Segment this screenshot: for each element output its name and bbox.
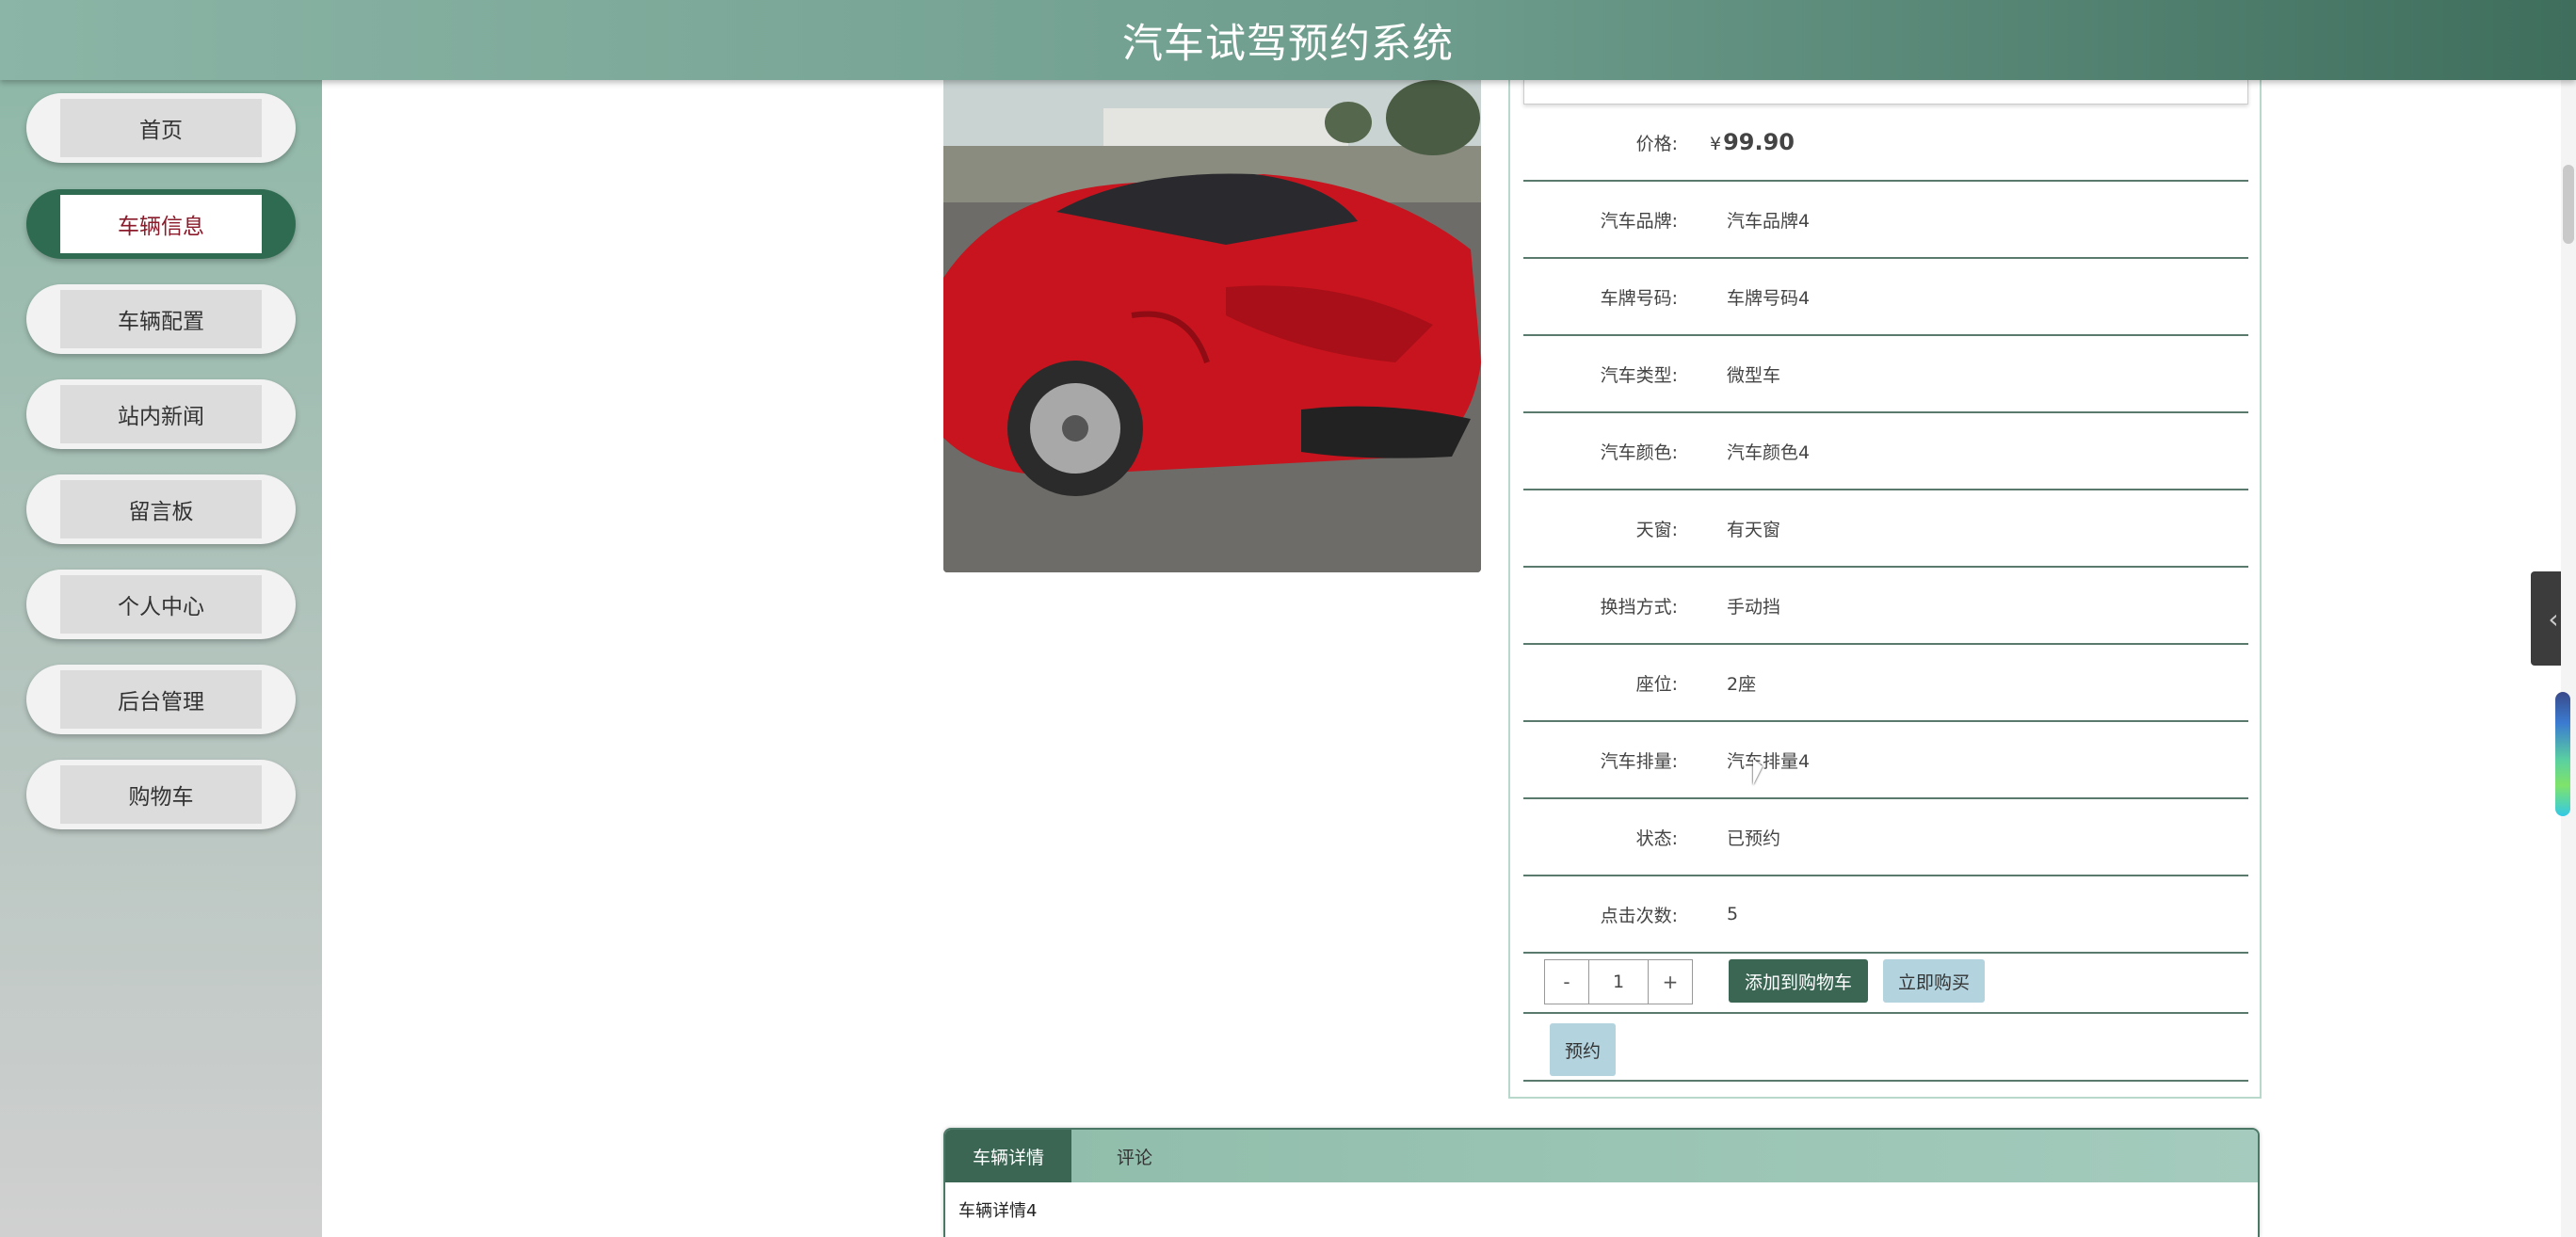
detail-value: 车牌号码4 <box>1727 287 1811 309</box>
detail-label: 座位: <box>1635 673 1678 695</box>
price-row: 价格: ¥99.90 <box>1523 104 2248 182</box>
page-scrollbar[interactable] <box>2561 80 2576 1237</box>
purchase-actions: - 1 + 添加到购物车 立即购买 <box>1523 946 2248 1014</box>
sidebar-item-label: 首页 <box>60 99 262 157</box>
detail-row: 汽车品牌: 汽车品牌4 <box>1523 182 2248 259</box>
sidebar-item-label: 留言板 <box>60 480 262 538</box>
tabs-bar: 车辆详情 评论 <box>945 1130 2258 1182</box>
car-illustration <box>943 80 1481 572</box>
price-value: ¥99.90 <box>1710 129 1795 155</box>
vehicle-detail-panel: 价格: ¥99.90 汽车品牌: 汽车品牌4 车牌号码: 车牌号码4 汽车类型:… <box>1508 80 2262 1099</box>
price-label: 价格: <box>1635 133 1678 154</box>
tab-content: 车辆详情4 <box>958 1201 1038 1221</box>
decrement-button[interactable]: - <box>1545 960 1588 1004</box>
mouse-cursor-icon <box>1753 759 1763 785</box>
scroll-indicator <box>2555 692 2570 816</box>
detail-value: 有天窗 <box>1727 519 1781 540</box>
sidebar-item-label: 后台管理 <box>60 670 262 729</box>
tab-comments[interactable]: 评论 <box>1071 1130 1198 1182</box>
detail-label: 汽车品牌: <box>1600 210 1678 232</box>
detail-value: 汽车排量4 <box>1727 750 1811 772</box>
sidebar-item-vehicle-info[interactable]: 车辆信息 <box>26 189 296 259</box>
tab-vehicle-details[interactable]: 车辆详情 <box>945 1130 1071 1182</box>
detail-row: 座位: 2座 <box>1523 645 2248 722</box>
sidebar-item-label: 车辆信息 <box>60 195 262 253</box>
detail-label: 汽车类型: <box>1600 364 1678 386</box>
detail-row: 车牌号码: 车牌号码4 <box>1523 259 2248 336</box>
sidebar-item-vehicle-config[interactable]: 车辆配置 <box>26 284 296 354</box>
scrollbar-thumb[interactable] <box>2563 165 2574 244</box>
sidebar-item-label: 站内新闻 <box>60 385 262 443</box>
add-to-cart-button[interactable]: 添加到购物车 <box>1729 959 1868 1003</box>
detail-value: 微型车 <box>1727 364 1781 386</box>
detail-row: 汽车类型: 微型车 <box>1523 336 2248 413</box>
app-header: 汽车试驾预约系统 <box>0 0 2576 80</box>
sidebar-item-home[interactable]: 首页 <box>26 93 296 163</box>
booking-actions: 预约 <box>1523 1014 2248 1082</box>
detail-row: 汽车颜色: 汽车颜色4 <box>1523 413 2248 490</box>
sidebar-item-label: 车辆配置 <box>60 290 262 348</box>
detail-row: 换挡方式: 手动挡 <box>1523 568 2248 645</box>
book-button[interactable]: 预约 <box>1550 1023 1616 1076</box>
currency-symbol: ¥ <box>1710 134 1722 154</box>
car-image <box>943 80 1481 572</box>
detail-value: 5 <box>1727 904 1739 924</box>
sidebar-item-news[interactable]: 站内新闻 <box>26 379 296 449</box>
detail-label: 换挡方式: <box>1600 596 1678 618</box>
detail-value: 汽车品牌4 <box>1727 210 1811 232</box>
sidebar-item-message-board[interactable]: 留言板 <box>26 474 296 544</box>
sidebar-item-label: 个人中心 <box>60 575 262 634</box>
detail-row: 汽车排量: 汽车排量4 <box>1523 722 2248 799</box>
detail-row: 点击次数: 5 <box>1523 876 2248 954</box>
detail-label: 汽车排量: <box>1600 750 1678 772</box>
detail-row: 天窗: 有天窗 <box>1523 490 2248 568</box>
detail-value: 汽车颜色4 <box>1727 442 1811 463</box>
quantity-input[interactable]: 1 <box>1588 960 1649 1004</box>
sidebar-item-personal-center[interactable]: 个人中心 <box>26 570 296 639</box>
detail-value: 已预约 <box>1727 827 1781 849</box>
detail-title-bar <box>1523 80 2248 104</box>
detail-value: 手动挡 <box>1727 596 1781 618</box>
sidebar-item-admin[interactable]: 后台管理 <box>26 665 296 734</box>
detail-tabs-panel: 车辆详情 评论 车辆详情4 <box>943 1128 2260 1237</box>
main-content: 价格: ¥99.90 汽车品牌: 汽车品牌4 车牌号码: 车牌号码4 汽车类型:… <box>322 80 2576 1237</box>
app-title: 汽车试驾预约系统 <box>1122 20 1454 68</box>
sidebar-item-cart[interactable]: 购物车 <box>26 760 296 829</box>
sidebar-item-label: 购物车 <box>60 765 262 824</box>
detail-label: 车牌号码: <box>1600 287 1678 309</box>
increment-button[interactable]: + <box>1649 960 1692 1004</box>
detail-value: 2座 <box>1727 673 1757 695</box>
sidebar: 首页 车辆信息 车辆配置 站内新闻 留言板 个人中心 后台管理 购物车 <box>0 80 322 1237</box>
quantity-stepper: - 1 + <box>1544 959 1693 1004</box>
detail-label: 点击次数: <box>1600 905 1678 926</box>
detail-label: 状态: <box>1635 827 1678 849</box>
chevron-left-icon: ‹ <box>2548 602 2559 635</box>
detail-label: 天窗: <box>1635 519 1678 540</box>
detail-label: 汽车颜色: <box>1600 442 1678 463</box>
price-amount: 99.90 <box>1723 129 1795 155</box>
detail-row: 状态: 已预约 <box>1523 799 2248 876</box>
buy-now-button[interactable]: 立即购买 <box>1883 959 1985 1003</box>
